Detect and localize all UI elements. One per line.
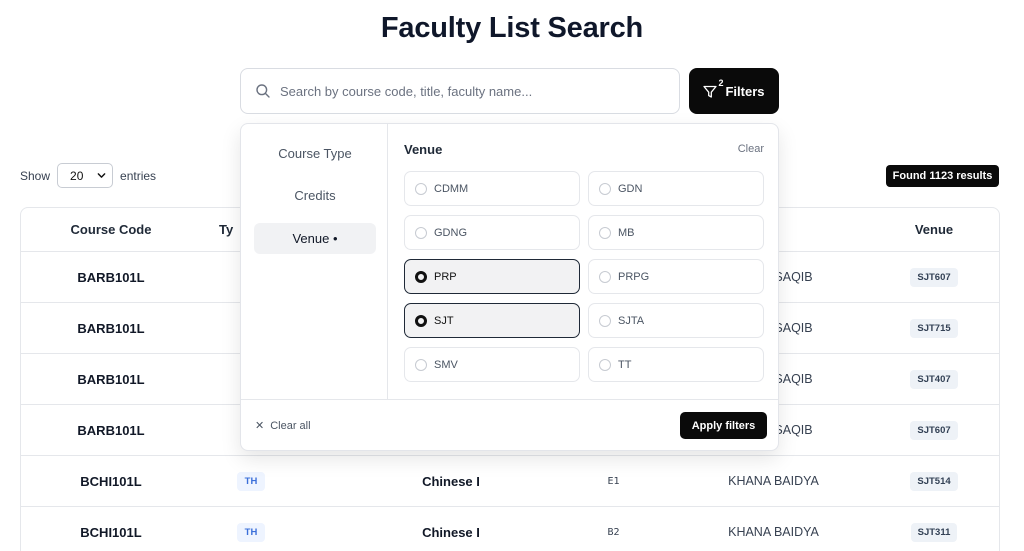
cell-slot: B2 [607,526,620,538]
venue-option-mb[interactable]: MB [588,215,764,250]
filter-count-badge: 2 [718,78,724,88]
venue-option-tt[interactable]: TT [588,347,764,382]
cell-course-code: BCHI101L [80,524,142,540]
search-icon [256,84,270,98]
venue-option-smv[interactable]: SMV [404,347,580,382]
cell-course-code: BARB101L [77,371,145,387]
venue-option-prp[interactable]: PRP [404,259,580,294]
cell-course-code: BARB101L [77,320,145,336]
show-label: Show [20,168,51,183]
filter-popover-footer: ✕ Clear all Apply filters [241,399,778,451]
page-title: Faculty List Search [380,12,644,44]
venue-section-title: Venue [404,142,443,157]
entries-control: Show 20 entries [20,163,156,188]
cell-type: TH [211,507,291,551]
table-row[interactable]: BCHI101L TH Chinese I B2 KHANA BAIDYA SJ… [21,507,999,551]
filter-categories: Course Type Credits Venue • [241,124,388,399]
cell-faculty: KHANA BAIDYA [728,474,819,488]
filter-icon: 2 [703,78,723,99]
category-credits[interactable]: Credits [254,180,376,211]
radio-icon [599,270,611,283]
type-badge: TH [236,522,266,542]
radio-icon [415,226,427,239]
radio-icon [599,358,611,371]
cell-venue: SJT715 [879,303,989,353]
chevron-down-icon [97,173,106,178]
venue-badge: SJT607 [910,420,958,440]
table-row[interactable]: BCHI101L TH Chinese I E1 KHANA BAIDYA SJ… [21,456,999,507]
cell-slot: E1 [607,475,620,487]
cell-venue: SJT407 [879,354,989,404]
cell-course-code: BCHI101L [80,473,142,489]
radio-selected-icon [415,314,427,327]
header-course-code[interactable]: Course Code [21,208,201,251]
venue-option-sjt[interactable]: SJT [404,303,580,338]
radio-icon [599,182,611,195]
clear-all-button[interactable]: ✕ Clear all [255,419,311,433]
filter-popover: Course Type Credits Venue • Venue Clear … [240,123,779,451]
venue-option-gdn[interactable]: GDN [588,171,764,206]
type-badge: TH [236,471,266,491]
category-venue[interactable]: Venue • [254,223,376,254]
results-count-badge: Found 1123 results [886,165,999,187]
radio-icon [415,182,427,195]
search-box[interactable] [240,68,680,114]
cell-venue: SJT607 [879,405,989,455]
apply-filters-button[interactable]: Apply filters [680,412,767,439]
radio-icon [415,358,427,371]
radio-selected-icon [415,270,427,283]
cell-venue: SJT514 [879,456,989,506]
radio-icon [599,226,611,239]
cell-course-code: BARB101L [77,269,145,285]
entries-select-value: 20 [70,168,84,183]
cell-type: TH [211,456,291,506]
venue-badge: SJT407 [910,369,958,389]
radio-icon [599,314,611,327]
venue-clear-button[interactable]: Clear [738,143,764,155]
venue-options-panel: Venue Clear CDMM GDN GDNG MB PRP PRPG SJ… [389,124,779,399]
venue-badge: SJT607 [910,267,958,287]
header-venue[interactable]: Venue [879,208,989,251]
venue-option-gdng[interactable]: GDNG [404,215,580,250]
cell-venue: SJT607 [879,252,989,302]
cell-course-code: BARB101L [77,422,145,438]
venue-badge: SJT311 [910,522,958,542]
venue-option-prpg[interactable]: PRPG [588,259,764,294]
filters-button[interactable]: 2 Filters [689,68,779,114]
venue-badge: SJT514 [910,471,958,491]
category-course-type[interactable]: Course Type [254,138,376,169]
entries-suffix: entries [120,168,157,183]
venue-option-cdmm[interactable]: CDMM [404,171,580,206]
cell-title: Chinese I [422,473,480,489]
search-input[interactable] [280,83,660,99]
venue-option-sjta[interactable]: SJTA [588,303,764,338]
cell-title: Chinese I [422,524,480,540]
cell-venue: SJT311 [879,507,989,551]
filters-button-label: Filters [725,83,765,99]
cell-faculty: KHANA BAIDYA [728,525,819,539]
venue-badge: SJT715 [910,318,958,338]
entries-select[interactable]: 20 [57,163,114,188]
close-icon: ✕ [255,420,265,432]
